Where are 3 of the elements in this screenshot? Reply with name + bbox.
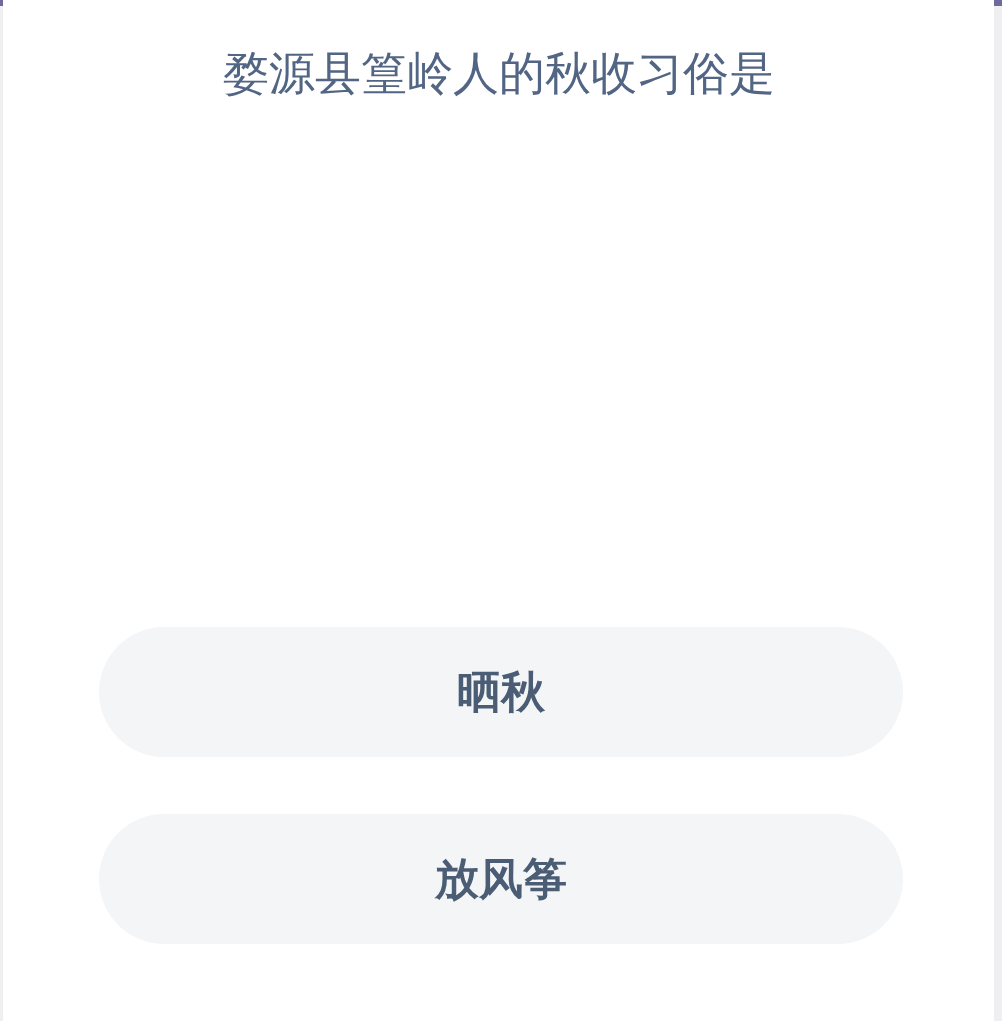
answer-option[interactable]: 放风筝 [98,814,903,945]
answer-option[interactable]: 晒秋 [98,627,903,758]
question-text: 婺源县篁岭人的秋收习俗是 [222,46,775,102]
